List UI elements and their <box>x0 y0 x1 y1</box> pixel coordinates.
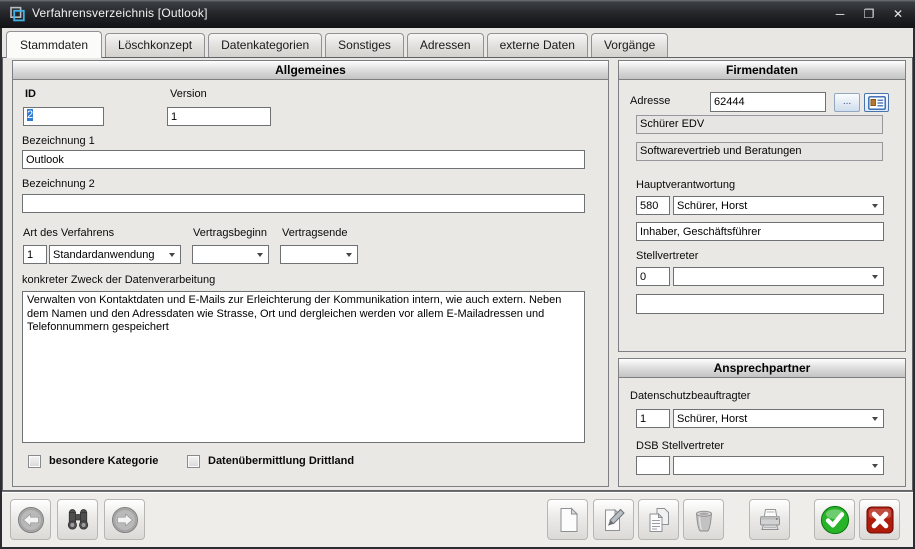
tab-stammdaten[interactable]: Stammdaten <box>6 31 102 58</box>
window-title: Verfahrensverzeichnis [Outlook] <box>32 6 208 20</box>
arrow-right-circle-icon <box>110 505 140 535</box>
dsb-stellvertreter-label: DSB Stellvertreter <box>636 440 724 452</box>
delete-button[interactable] <box>683 499 724 540</box>
hauptverantwortung-combo[interactable]: Schürer, Horst <box>673 196 884 215</box>
address-card-icon <box>868 96 886 110</box>
vertragsende-label: Vertragsende <box>282 227 347 239</box>
copy-documents-icon <box>644 505 674 535</box>
art-code-field[interactable] <box>23 245 47 264</box>
stellvertreter-code-field[interactable] <box>636 267 670 286</box>
hauptverantwortung-name: Schürer, Horst <box>674 200 872 212</box>
bezeichnung1-label: Bezeichnung 1 <box>22 135 95 147</box>
cancel-button[interactable] <box>859 499 900 540</box>
stellvertreter-funktion-field[interactable] <box>636 294 884 314</box>
minimize-button[interactable]: ─ <box>833 7 847 21</box>
chevron-down-icon <box>169 253 175 257</box>
app-window: Verfahrensverzeichnis [Outlook] ─ ❐ ✕ St… <box>0 0 915 549</box>
datenschutzbeauftragter-combo[interactable]: Schürer, Horst <box>673 409 884 428</box>
close-button[interactable]: ✕ <box>891 7 905 21</box>
allgemeines-header: Allgemeines <box>13 61 608 80</box>
red-x-icon <box>864 504 896 536</box>
version-field[interactable] <box>167 107 271 126</box>
version-label: Version <box>170 88 207 100</box>
green-check-icon <box>819 504 851 536</box>
ok-button[interactable] <box>814 499 855 540</box>
company-line2-display: Softwarevertrieb und Beratungen <box>636 142 883 161</box>
tab-externe-daten[interactable]: externe Daten <box>487 33 588 57</box>
back-button[interactable] <box>10 499 51 540</box>
search-button[interactable] <box>57 499 98 540</box>
hauptverantwortung-label: Hauptverantwortung <box>636 179 735 191</box>
new-document-icon <box>553 505 583 535</box>
adresse-field[interactable] <box>710 92 826 112</box>
adresse-browse-button[interactable]: ... <box>834 93 860 112</box>
tab-loeschkonzept[interactable]: Löschkonzept <box>105 33 205 57</box>
forward-button[interactable] <box>104 499 145 540</box>
datenuebermittlung-drittland-label: Datenübermittlung Drittland <box>208 455 354 467</box>
edit-pencil-icon <box>599 505 629 535</box>
edit-button[interactable] <box>593 499 634 540</box>
art-combo[interactable]: Standardanwendung <box>49 245 181 264</box>
tab-bar: Stammdaten Löschkonzept Datenkategorien … <box>2 28 913 57</box>
id-value: 2 <box>27 109 33 121</box>
arrow-left-circle-icon <box>16 505 46 535</box>
art-des-verfahrens-label: Art des Verfahrens <box>23 227 114 239</box>
bottom-toolbar <box>2 491 913 547</box>
trash-icon <box>689 505 719 535</box>
chevron-down-icon <box>346 253 352 257</box>
vertragsbeginn-combo[interactable] <box>192 245 269 264</box>
window-controls: ─ ❐ ✕ <box>833 0 905 28</box>
bezeichnung2-label: Bezeichnung 2 <box>22 178 95 190</box>
company-name-display: Schürer EDV <box>636 115 883 134</box>
printer-icon <box>755 505 785 535</box>
stellvertreter-combo[interactable] <box>673 267 884 286</box>
besondere-kategorie-label: besondere Kategorie <box>49 455 158 467</box>
datenschutzbeauftragter-name: Schürer, Horst <box>674 413 872 425</box>
new-button[interactable] <box>547 499 588 540</box>
bezeichnung1-field[interactable] <box>22 150 585 169</box>
binoculars-icon <box>63 505 93 535</box>
hauptverantwortung-code-field[interactable] <box>636 196 670 215</box>
chevron-down-icon <box>872 204 878 208</box>
titlebar: Verfahrensverzeichnis [Outlook] ─ ❐ ✕ <box>0 0 915 28</box>
copy-button[interactable] <box>638 499 679 540</box>
zweck-label: konkreter Zweck der Datenverarbeitung <box>22 274 215 286</box>
adresse-label: Adresse <box>630 95 670 107</box>
zweck-textarea[interactable]: Verwalten von Kontaktdaten und E-Mails z… <box>22 291 585 443</box>
print-button[interactable] <box>749 499 790 540</box>
id-label: ID <box>25 88 36 100</box>
chevron-down-icon <box>257 253 263 257</box>
tab-datenkategorien[interactable]: Datenkategorien <box>208 33 322 57</box>
art-combo-value: Standardanwendung <box>50 249 169 261</box>
tab-adressen[interactable]: Adressen <box>407 33 484 57</box>
id-field[interactable]: 2 <box>23 107 104 126</box>
bezeichnung2-field[interactable] <box>22 194 585 213</box>
stellvertreter-label: Stellvertreter <box>636 250 698 262</box>
datenuebermittlung-drittland-checkbox[interactable] <box>187 455 200 468</box>
chevron-down-icon <box>872 275 878 279</box>
vertragsbeginn-label: Vertragsbeginn <box>193 227 267 239</box>
hauptverantwortung-funktion-field[interactable] <box>636 222 884 241</box>
firmendaten-header: Firmendaten <box>619 61 905 80</box>
adresse-card-button[interactable] <box>864 93 889 112</box>
chevron-down-icon <box>872 464 878 468</box>
vertragsende-combo[interactable] <box>280 245 358 264</box>
chevron-down-icon <box>872 417 878 421</box>
app-icon <box>8 5 26 23</box>
besondere-kategorie-checkbox[interactable] <box>28 455 41 468</box>
maximize-button[interactable]: ❐ <box>862 7 876 21</box>
datenschutzbeauftragter-code-field[interactable] <box>636 409 670 428</box>
dsb-stellvertreter-combo[interactable] <box>673 456 884 475</box>
datenschutzbeauftragter-label: Datenschutzbeauftragter <box>630 390 750 402</box>
tab-sonstiges[interactable]: Sonstiges <box>325 33 404 57</box>
tab-vorgaenge[interactable]: Vorgänge <box>591 33 668 57</box>
dsb-stellvertreter-code-field[interactable] <box>636 456 670 475</box>
ansprechpartner-header: Ansprechpartner <box>619 359 905 378</box>
